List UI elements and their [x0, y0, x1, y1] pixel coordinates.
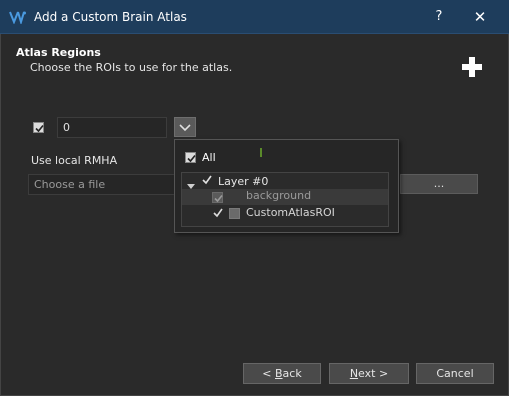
- close-button[interactable]: ✕: [468, 6, 492, 28]
- chevron-down-icon: [179, 124, 191, 132]
- all-label: All: [202, 151, 216, 164]
- local-rmha-label: Use local RMHA: [31, 154, 118, 167]
- custom-roi-label: CustomAtlasROI: [246, 206, 335, 219]
- section-title: Atlas Regions: [16, 46, 101, 59]
- roi-check-icon[interactable]: [213, 208, 223, 221]
- cancel-button[interactable]: Cancel: [416, 363, 494, 384]
- back-button[interactable]: < Back: [243, 363, 321, 384]
- background-label: background: [246, 189, 312, 202]
- help-button[interactable]: ?: [428, 6, 450, 28]
- browse-button[interactable]: ...: [400, 174, 478, 194]
- roi-dropdown-button[interactable]: [174, 117, 196, 137]
- background-checkbox[interactable]: [212, 192, 223, 203]
- roi-color-swatch: [229, 208, 240, 219]
- app-logo-icon: [9, 10, 27, 26]
- layer-check-icon[interactable]: [202, 175, 212, 188]
- title-bar: Add a Custom Brain Atlas ? ✕: [0, 0, 509, 34]
- next-button[interactable]: Next >: [329, 363, 409, 384]
- roi-dropdown-popup: All Layer #0 background CustomAtlasROI: [174, 139, 399, 233]
- cursor-marker: [260, 148, 262, 157]
- file-path-field[interactable]: Choose a file: [28, 174, 178, 195]
- roi-tree: Layer #0 background CustomAtlasROI: [181, 172, 389, 227]
- roi-checkbox[interactable]: [33, 122, 44, 133]
- layer-label: Layer #0: [218, 175, 269, 188]
- plus-icon[interactable]: [461, 56, 483, 78]
- window-title: Add a Custom Brain Atlas: [34, 10, 187, 24]
- roi-value-field[interactable]: 0: [57, 117, 167, 138]
- section-subtitle: Choose the ROIs to use for the atlas.: [30, 61, 233, 74]
- all-checkbox[interactable]: [185, 152, 196, 163]
